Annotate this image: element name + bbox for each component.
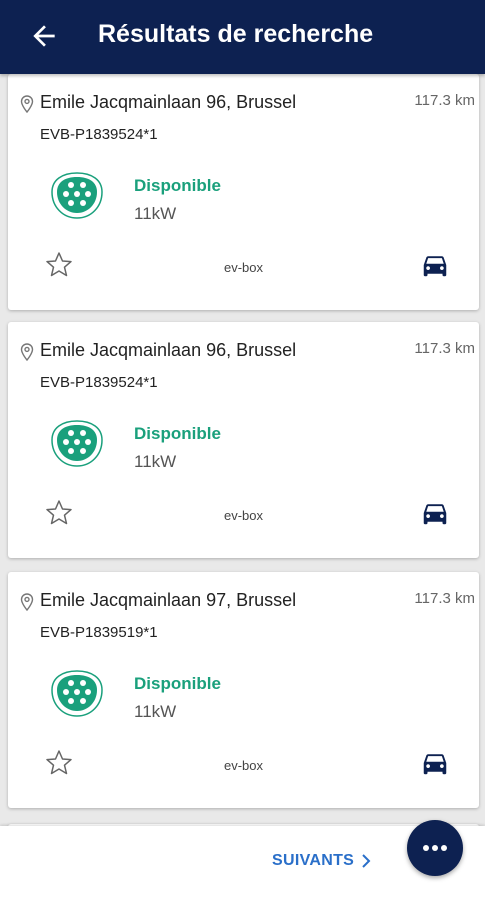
type2-connector-icon xyxy=(51,420,103,467)
station-address: Emile Jacqmainlaan 96, Brussel xyxy=(40,340,297,360)
availability-status: Disponible xyxy=(134,424,221,443)
operator-name: ev-box xyxy=(224,508,264,523)
evse-id: EVB-P1839519*1 xyxy=(40,624,158,641)
more-horizontal-icon xyxy=(423,845,447,851)
station-distance: 117.3 km xyxy=(414,590,475,607)
arrow-left-icon[interactable] xyxy=(28,20,60,52)
station-address: Emile Jacqmainlaan 97, Brussel xyxy=(40,590,297,610)
result-card[interactable]: Emile Jacqmainlaan 97, Brussel 117.3 km … xyxy=(8,572,479,808)
station-distance: 117.3 km xyxy=(414,92,475,109)
result-card[interactable]: Emile Jacqmainlaan 96, Brussel 117.3 km … xyxy=(8,74,479,310)
availability-status: Disponible xyxy=(134,674,221,693)
station-distance: 117.3 km xyxy=(414,340,475,357)
operator-name: ev-box xyxy=(224,260,264,275)
next-page-button[interactable]: SUIVANTS xyxy=(272,852,372,870)
evse-id: EVB-P1839524*1 xyxy=(40,126,158,143)
more-options-button[interactable] xyxy=(407,820,463,876)
location-pin-icon xyxy=(20,593,34,611)
type2-connector-icon xyxy=(51,670,103,717)
favorite-star-icon[interactable] xyxy=(44,250,74,280)
favorite-star-icon[interactable] xyxy=(44,498,74,528)
type2-connector-icon xyxy=(51,172,103,219)
page-title: Résultats de recherche xyxy=(98,20,374,48)
charging-power: 11kW xyxy=(134,204,177,223)
favorite-star-icon[interactable] xyxy=(44,748,74,778)
car-icon[interactable] xyxy=(420,748,450,778)
app-header: Résultats de recherche xyxy=(0,0,485,74)
charging-power: 11kW xyxy=(134,452,177,471)
next-page-label: SUIVANTS xyxy=(272,852,355,869)
chevron-right-icon xyxy=(362,854,371,868)
availability-status: Disponible xyxy=(134,176,221,195)
location-pin-icon xyxy=(20,343,34,361)
operator-name: ev-box xyxy=(224,758,264,773)
car-icon[interactable] xyxy=(420,498,450,528)
charging-power: 11kW xyxy=(134,702,177,721)
location-pin-icon xyxy=(20,95,34,113)
station-address: Emile Jacqmainlaan 96, Brussel xyxy=(40,92,297,112)
car-icon[interactable] xyxy=(420,250,450,280)
evse-id: EVB-P1839524*1 xyxy=(40,374,158,391)
result-card[interactable]: Emile Jacqmainlaan 96, Brussel 117.3 km … xyxy=(8,322,479,558)
